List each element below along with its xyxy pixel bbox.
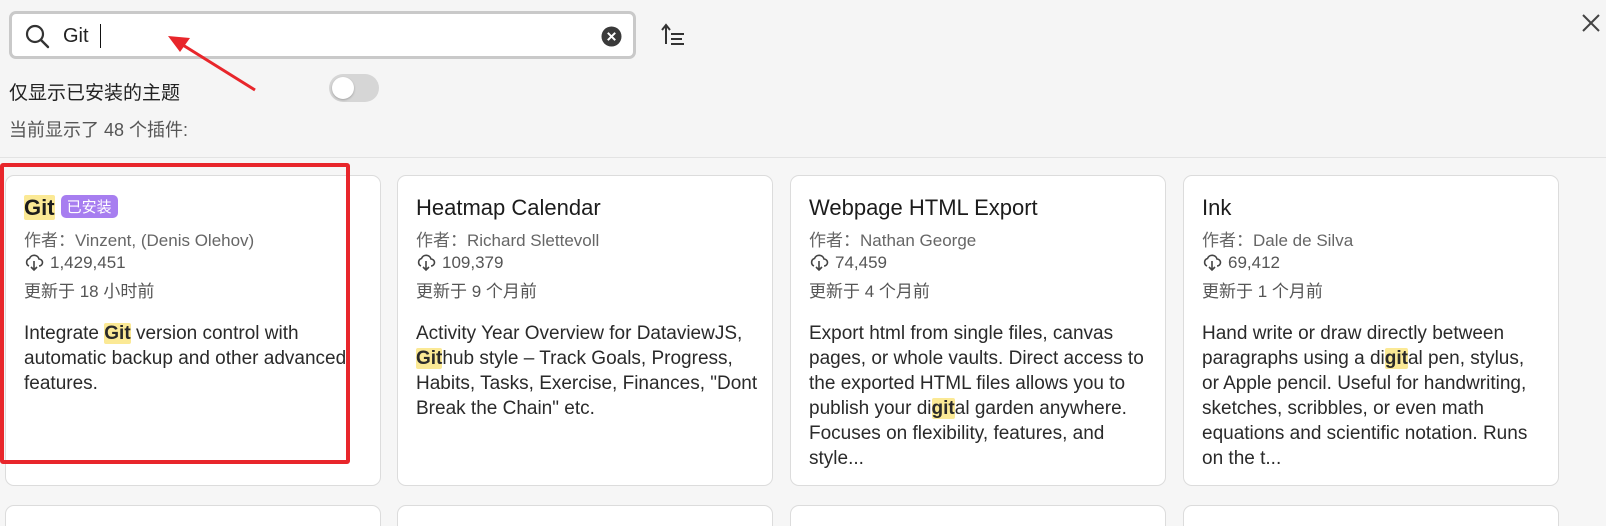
download-cloud-icon — [25, 254, 44, 272]
plugin-author: 作者：Richard Slettevoll — [416, 231, 600, 250]
plugin-title: Ink — [1202, 195, 1232, 220]
installed-only-label: 仅显示已安装的主题 — [9, 83, 181, 104]
download-cloud-icon — [810, 254, 829, 272]
download-count: 69,412 — [1228, 253, 1280, 272]
plugin-updated: 更新于 9 个月前 — [416, 282, 537, 301]
plugin-card-partial[interactable] — [1183, 505, 1559, 526]
plugin-author: 作者：Nathan George — [809, 231, 977, 250]
plugin-card-partial[interactable] — [5, 505, 381, 526]
download-count: 1,429,451 — [50, 253, 126, 272]
plugin-title: Git 已安装 — [24, 195, 118, 221]
close-icon[interactable] — [1580, 12, 1602, 34]
download-count: 109,379 — [442, 253, 504, 272]
plugin-title: Webpage HTML Export — [809, 195, 1038, 220]
plugin-card-partial[interactable] — [790, 505, 1166, 526]
plugin-count-text: 当前显示了 48 个插件: — [9, 120, 189, 140]
installed-only-toggle[interactable] — [329, 74, 379, 102]
plugin-author: 作者：Dale de Silva — [1202, 231, 1354, 250]
plugin-downloads: 1,429,451 — [24, 252, 126, 273]
download-count: 74,459 — [835, 253, 887, 272]
plugin-card-git[interactable]: Git 已安装 作者：Vinzent, (Denis Olehov) 1,429,… — [5, 175, 381, 486]
plugin-title: Heatmap Calendar — [416, 195, 601, 220]
plugin-title-text: Git — [24, 195, 55, 220]
plugin-card-partial[interactable] — [397, 505, 773, 526]
plugin-description: Export html from single files, canvas pa… — [809, 323, 1144, 469]
search-input[interactable] — [63, 22, 583, 50]
search-icon — [25, 24, 50, 49]
toggle-knob — [332, 77, 354, 99]
plugin-card-heatmap-calendar[interactable]: Heatmap Calendar 作者：Richard Slettevoll 1… — [397, 175, 773, 486]
download-cloud-icon — [1203, 254, 1222, 272]
plugin-downloads: 69,412 — [1202, 252, 1280, 273]
text-caret — [100, 24, 101, 48]
sort-icon[interactable] — [660, 22, 686, 48]
plugin-downloads: 74,459 — [809, 252, 887, 273]
plugin-card-ink[interactable]: Ink 作者：Dale de Silva 69,412 更新于 1 个月前 Ha… — [1183, 175, 1559, 486]
plugin-updated: 更新于 18 小时前 — [24, 282, 155, 301]
plugin-card-webpage-html-export[interactable]: Webpage HTML Export 作者：Nathan George 74,… — [790, 175, 1166, 486]
installed-badge: 已安装 — [60, 195, 118, 218]
plugin-description: Integrate Git version control with autom… — [24, 323, 347, 394]
plugin-downloads: 109,379 — [416, 252, 503, 273]
search-box[interactable] — [9, 11, 636, 59]
clear-circle-x-icon[interactable] — [601, 26, 622, 47]
plugin-updated: 更新于 4 个月前 — [809, 282, 930, 301]
plugin-description: Hand write or draw directly between para… — [1202, 323, 1528, 469]
download-cloud-icon — [417, 254, 436, 272]
plugin-description: Activity Year Overview for DataviewJS, G… — [416, 323, 758, 419]
plugin-updated: 更新于 1 个月前 — [1202, 282, 1323, 301]
plugin-author: 作者：Vinzent, (Denis Olehov) — [24, 231, 255, 250]
